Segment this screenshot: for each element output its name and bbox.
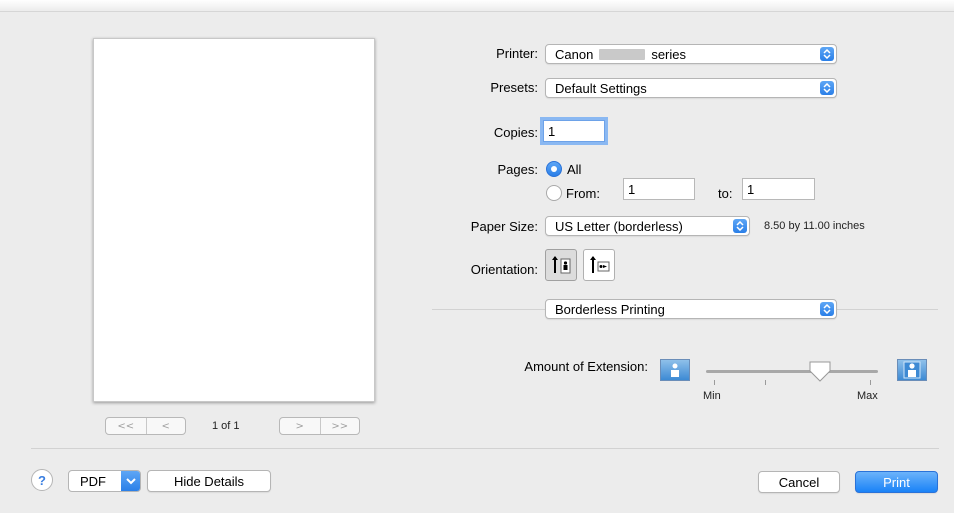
page-preview	[93, 38, 375, 402]
preview-nav-back-group: << <	[105, 417, 186, 435]
slider-max-label: Max	[857, 390, 878, 402]
slider-min-label: Min	[703, 390, 721, 402]
copies-field[interactable]: 1	[543, 120, 605, 142]
redacted-model	[599, 48, 646, 60]
footer-divider	[31, 448, 939, 449]
portrait-orientation-icon	[552, 256, 571, 274]
pages-all-radio[interactable]	[546, 161, 562, 177]
first-page-button[interactable]: <<	[106, 418, 146, 434]
pdf-menu-button[interactable]: PDF	[68, 470, 141, 492]
help-button[interactable]: ?	[31, 469, 53, 491]
slider-tick	[870, 380, 871, 385]
orientation-label: Orientation:	[470, 262, 538, 277]
max-extension-icon	[897, 359, 927, 381]
pages-to-label: to:	[718, 186, 733, 201]
orientation-landscape-button[interactable]	[583, 249, 615, 281]
pages-label: Pages:	[497, 162, 538, 177]
section-popup[interactable]: Borderless Printing	[545, 299, 837, 319]
slider-tick	[714, 380, 715, 385]
hide-details-button[interactable]: Hide Details	[147, 470, 271, 492]
cancel-button[interactable]: Cancel	[758, 471, 840, 493]
landscape-orientation-icon	[590, 256, 610, 273]
presets-popup[interactable]: Default Settings	[545, 78, 837, 98]
pdf-label: PDF	[80, 473, 106, 489]
orientation-portrait-button[interactable]	[545, 249, 577, 281]
paper-dimensions: 8.50 by 11.00 inches	[764, 220, 865, 232]
popup-arrows-icon	[733, 219, 747, 233]
pages-from-radio[interactable]	[546, 185, 562, 201]
printer-label: Printer:	[496, 46, 538, 61]
pages-to-field[interactable]: 1	[742, 178, 815, 200]
paper-size-popup[interactable]: US Letter (borderless)	[545, 216, 750, 236]
copies-label: Copies:	[493, 125, 538, 140]
page-count: 1 of 1	[212, 420, 240, 432]
slider-knob[interactable]	[807, 359, 833, 385]
printer-popup[interactable]: Canon series	[545, 44, 837, 64]
popup-arrows-icon	[820, 47, 834, 61]
presets-value: Default Settings	[555, 80, 647, 96]
pages-from-field[interactable]: 1	[623, 178, 695, 200]
section-popup-value: Borderless Printing	[555, 301, 665, 317]
extension-slider[interactable]	[706, 370, 878, 373]
preview-nav-forward-group: > >>	[279, 417, 360, 435]
print-button[interactable]: Print	[855, 471, 938, 493]
presets-label: Presets:	[490, 80, 538, 95]
printer-name-suffix: series	[651, 46, 686, 62]
window-top-edge	[0, 0, 954, 12]
printer-name-prefix: Canon	[555, 46, 594, 62]
extension-label: Amount of Extension:	[524, 359, 648, 374]
popup-arrows-icon	[820, 81, 834, 95]
min-extension-icon	[660, 359, 690, 381]
slider-tick	[765, 380, 766, 385]
popup-arrows-icon	[820, 302, 834, 316]
last-page-button[interactable]: >>	[319, 418, 360, 434]
paper-size-value: US Letter (borderless)	[555, 218, 683, 234]
next-page-button[interactable]: >	[280, 418, 320, 434]
pages-all-label: All	[567, 162, 582, 177]
prev-page-button[interactable]: <	[145, 418, 186, 434]
paper-size-label: Paper Size:	[470, 219, 538, 234]
pages-from-label: From:	[566, 186, 600, 201]
chevron-down-icon	[121, 471, 140, 491]
